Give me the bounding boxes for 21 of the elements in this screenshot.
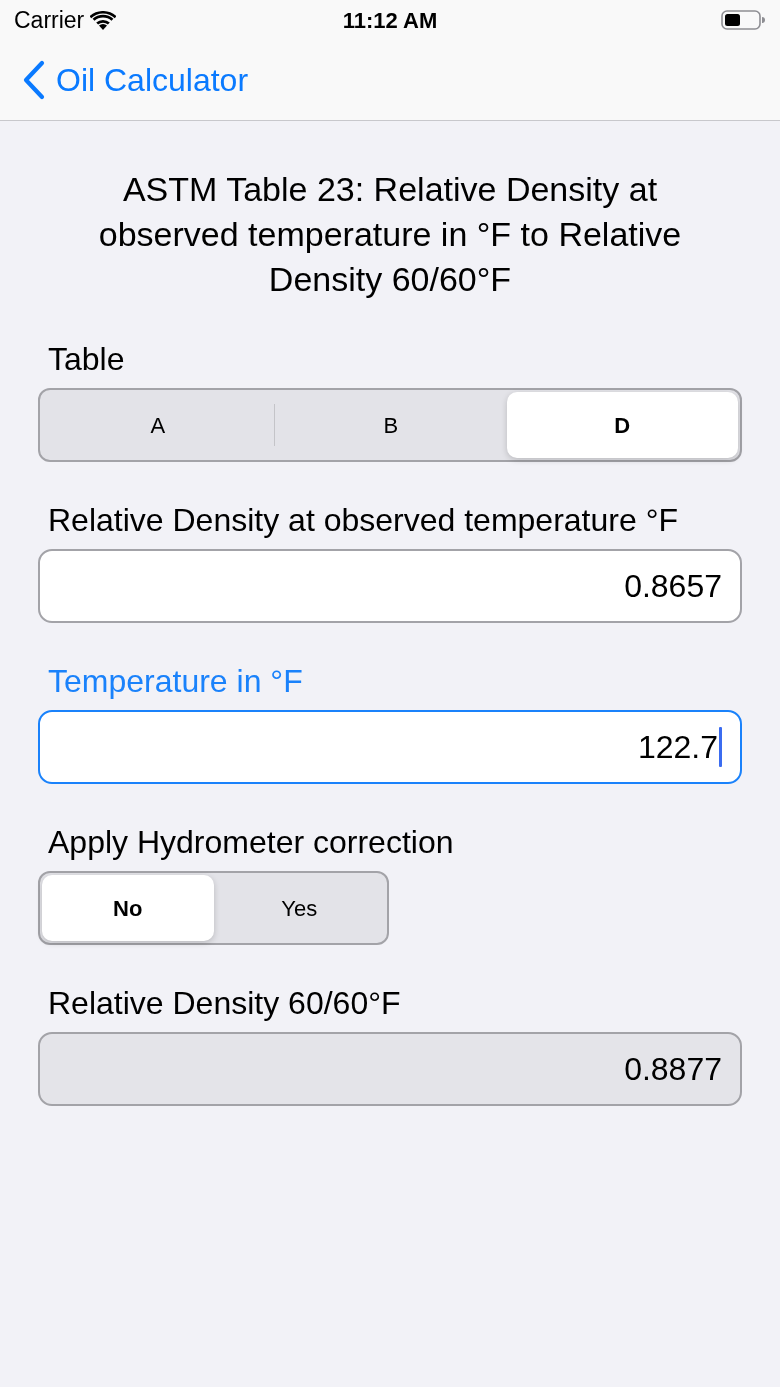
segment-button[interactable]: B	[275, 392, 507, 458]
field-label: Table	[47, 341, 126, 377]
text-cursor-icon	[719, 727, 722, 767]
result-field: 0.8877	[38, 1032, 742, 1106]
segment-button[interactable]: Yes	[213, 875, 385, 941]
battery-icon	[721, 10, 765, 30]
field-label: Temperature in °F	[47, 663, 304, 699]
carrier-label: Carrier	[14, 5, 85, 35]
input-field[interactable]: 0.8657	[38, 549, 742, 623]
segment-button[interactable]: No	[42, 875, 214, 941]
clock-time: 11:12 AM	[342, 6, 438, 35]
wifi-icon	[90, 10, 117, 30]
segment-button[interactable]: D	[506, 392, 738, 458]
field-label: Apply Hydrometer correction	[47, 824, 455, 860]
segment-button[interactable]: A	[42, 392, 274, 458]
chevron-left-icon	[22, 60, 46, 100]
field-label: Relative Density at observed temperature °F	[47, 502, 679, 538]
back-link[interactable]: Oil Calculator	[22, 56, 249, 104]
field-label: Relative Density 60/60°F	[47, 985, 402, 1021]
input-field[interactable]: 122.7	[38, 710, 742, 784]
page-title: ASTM Table 23: Relative Density at observed temperature in °F to Relative Density 60/60°F	[97, 169, 683, 300]
